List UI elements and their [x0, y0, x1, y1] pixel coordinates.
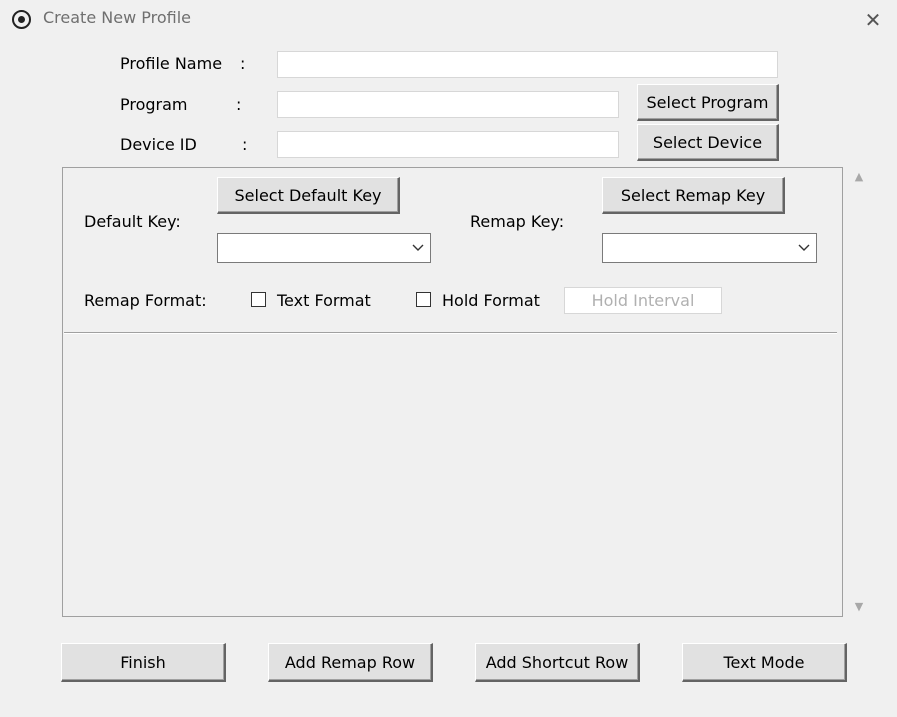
device-id-input[interactable] — [277, 131, 619, 158]
text-mode-button[interactable]: Text Mode — [682, 643, 847, 682]
scroll-down-arrow-icon[interactable]: ▼ — [852, 601, 866, 612]
text-format-label: Text Format — [277, 291, 371, 310]
remap-format-label: Remap Format: — [84, 291, 207, 310]
program-input[interactable] — [277, 91, 619, 118]
add-remap-row-button[interactable]: Add Remap Row — [268, 643, 433, 682]
select-remap-key-button[interactable]: Select Remap Key — [602, 177, 785, 214]
profile-name-label: Profile Name — [120, 54, 223, 73]
chevron-down-icon — [798, 244, 810, 251]
profile-name-input[interactable] — [277, 51, 778, 78]
hold-format-checkbox[interactable] — [416, 292, 431, 307]
program-colon: : — [236, 95, 242, 114]
device-id-label: Device ID — [120, 135, 197, 154]
default-key-dropdown[interactable] — [217, 233, 431, 263]
remap-key-label: Remap Key: — [470, 212, 565, 231]
add-shortcut-row-button[interactable]: Add Shortcut Row — [475, 643, 640, 682]
default-key-label: Default Key: — [84, 212, 181, 231]
scroll-up-arrow-icon[interactable]: ▲ — [852, 171, 866, 182]
hold-format-label: Hold Format — [442, 291, 540, 310]
close-icon[interactable]: ✕ — [860, 8, 886, 32]
finish-button[interactable]: Finish — [61, 643, 226, 682]
text-format-checkbox[interactable] — [251, 292, 266, 307]
program-label: Program — [120, 95, 188, 114]
device-id-colon: : — [242, 135, 248, 154]
hold-interval-input: Hold Interval — [564, 287, 722, 314]
window-title: Create New Profile — [43, 8, 191, 27]
panel-divider — [64, 332, 837, 334]
app-circle-dot-icon — [12, 10, 31, 29]
profile-name-colon: : — [240, 54, 246, 73]
chevron-down-icon — [412, 244, 424, 251]
remap-key-dropdown[interactable] — [602, 233, 817, 263]
select-device-button[interactable]: Select Device — [637, 124, 779, 161]
select-default-key-button[interactable]: Select Default Key — [217, 177, 400, 214]
select-program-button[interactable]: Select Program — [637, 84, 779, 121]
